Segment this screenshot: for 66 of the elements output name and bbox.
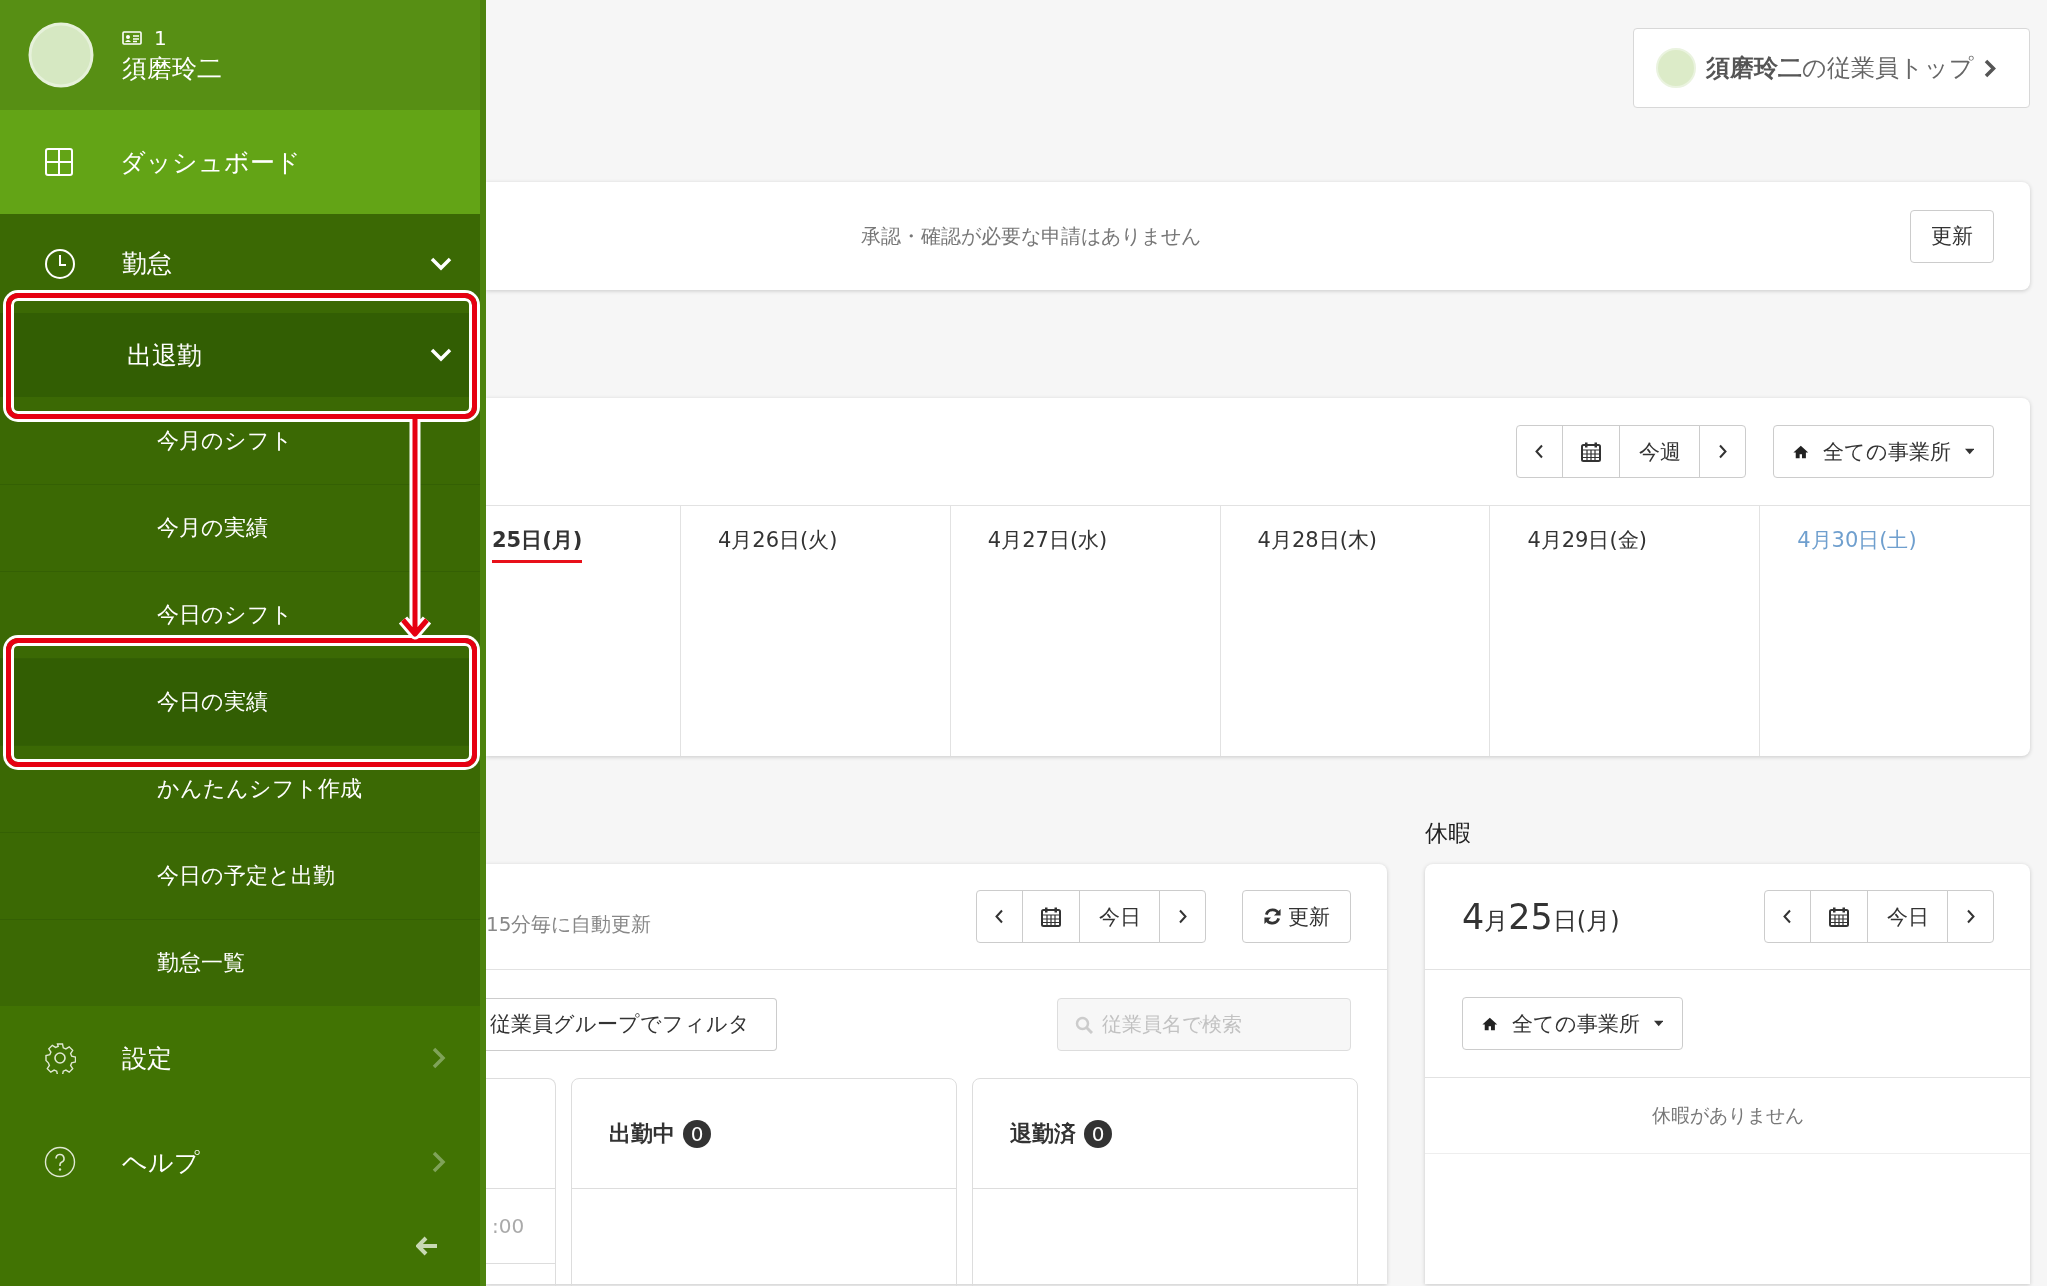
calendar-button[interactable] — [1562, 425, 1620, 478]
calendar-icon — [1581, 441, 1601, 462]
chevron-left-icon — [1783, 909, 1792, 924]
refresh-button[interactable]: 更新 — [1242, 890, 1351, 943]
count-badge: 0 — [683, 1119, 711, 1148]
dashboard-icon — [44, 147, 74, 177]
status-title: 出勤中 — [609, 1119, 675, 1148]
day-label: 4月29日(金) — [1527, 527, 1647, 554]
back-arrow-icon — [416, 1236, 438, 1256]
id-card-icon — [122, 30, 142, 45]
refresh-icon — [1263, 907, 1282, 926]
today-button[interactable]: 今日 — [1079, 890, 1160, 943]
sidebar-subitem[interactable]: 今日の予定と出勤 — [0, 832, 480, 919]
chevron-right-icon — [1718, 444, 1727, 459]
help-icon — [44, 1146, 76, 1178]
day-label: 4月28日(木) — [1257, 527, 1378, 554]
chevron-right-icon — [1984, 58, 1996, 78]
calendar-icon — [1829, 906, 1849, 927]
empty-message: 承認・確認が必要な申請はありません — [861, 222, 1202, 250]
day-label: 4月27日(水) — [987, 527, 1108, 554]
day-label: 4月30日(土) — [1797, 527, 1917, 554]
sidebar-item[interactable]: 設定 — [0, 1006, 480, 1110]
chevron-right-icon — [1178, 909, 1187, 924]
section-heading: 休暇 — [1425, 819, 1471, 848]
status-title: 退勤済 — [1010, 1119, 1076, 1148]
office-dropdown[interactable]: 全ての事業所 — [1462, 997, 1683, 1050]
chevron-down-icon — [430, 256, 452, 271]
sidebar-item[interactable]: 勤怠 — [0, 214, 480, 314]
chevron-down-icon — [430, 348, 452, 363]
empty-message: 休暇がありません — [1651, 1102, 1804, 1128]
chevron-right-icon — [432, 1151, 446, 1173]
today-button[interactable]: 今日 — [1867, 890, 1948, 943]
sidebar-subitem[interactable]: 今月のシフト — [0, 397, 480, 484]
calendar-button[interactable] — [1022, 890, 1080, 943]
count-badge: 0 — [1084, 1119, 1112, 1148]
group-filter-dropdown[interactable]: 従業員グループでフィルタ — [486, 997, 777, 1051]
chevron-right-icon — [432, 1047, 446, 1069]
user-name: 須磨玲二 — [122, 52, 222, 85]
leave-date: 4月 25 日(月) — [1462, 896, 1620, 937]
clock-icon — [44, 247, 76, 280]
office-dropdown[interactable]: 全ての事業所 — [1773, 425, 1994, 478]
refresh-button[interactable]: 更新 — [1910, 209, 1994, 263]
auto-refresh-note: 15分毎に自動更新 — [486, 911, 653, 938]
calendar-icon — [1041, 906, 1061, 927]
employee-id: 1 — [154, 25, 167, 50]
sidebar-subitem[interactable]: 今月の実績 — [0, 484, 480, 571]
caret-down-icon — [1653, 1020, 1663, 1027]
search-icon — [1075, 1015, 1093, 1034]
calendar-button[interactable] — [1810, 890, 1868, 943]
sidebar-item[interactable]: ヘルプ — [0, 1110, 480, 1214]
caret-down-icon — [1964, 448, 1974, 455]
today-button[interactable]: 今週 — [1619, 425, 1700, 478]
avatar — [1656, 48, 1696, 88]
next-button[interactable] — [1947, 890, 1994, 943]
employee-top-button[interactable]: 須磨玲二の従業員トップ — [1633, 28, 2030, 108]
next-button[interactable] — [1159, 890, 1206, 943]
sidebar-subitem[interactable]: かんたんシフト作成 — [0, 745, 480, 832]
chevron-right-icon — [1966, 909, 1975, 924]
day-label: 25日(月) — [492, 526, 583, 563]
chevron-left-icon — [1535, 444, 1544, 459]
day-label: 4月26日(火) — [718, 527, 838, 554]
avatar — [28, 22, 94, 88]
settings-icon — [44, 1042, 76, 1074]
next-button[interactable] — [1699, 425, 1746, 478]
time-label: :00 — [492, 1214, 525, 1238]
chevron-left-icon — [995, 909, 1004, 924]
